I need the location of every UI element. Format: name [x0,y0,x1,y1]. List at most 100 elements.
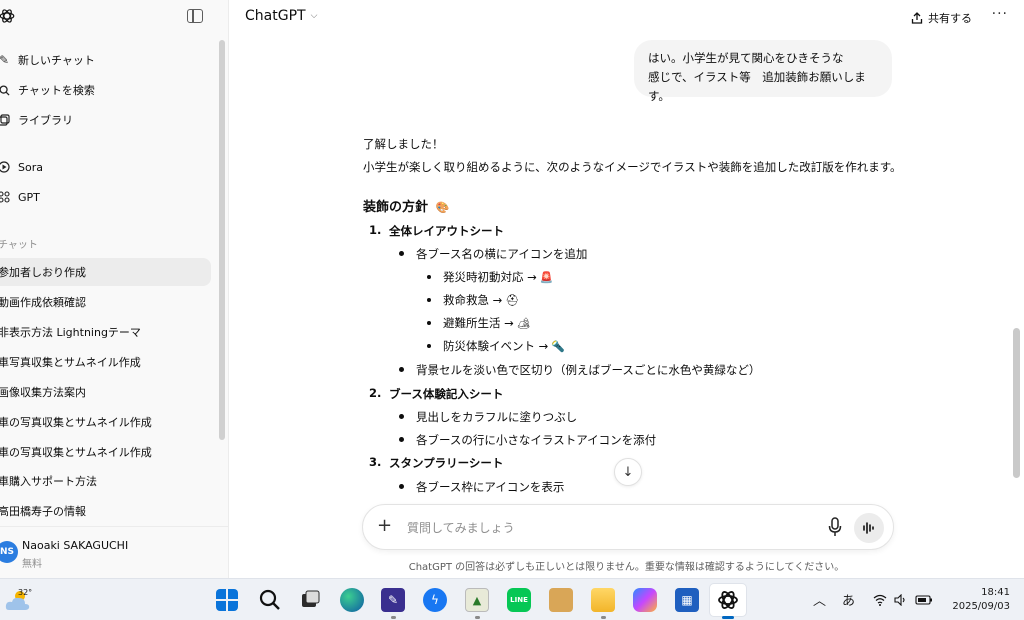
search-icon [0,84,13,96]
scroll-to-bottom-button[interactable]: ↓ [614,458,642,486]
list-bullet-text: 背景セルを淡い色で区切り（例えばブースごとに水色や黄緑など） [416,363,761,377]
prompt-input[interactable] [407,518,787,538]
copilot-icon[interactable] [633,588,657,612]
windows-start-icon[interactable] [216,589,238,611]
sidebar-chat-item[interactable]: 車写真収集とサムネイル作成 [0,348,211,376]
list-sub-item: 防災体験イベント → 🔦 [443,338,565,354]
more-options-icon[interactable]: ··· [992,6,1008,22]
list-bullet-text: 各ブースの行に小さなイラストアイコンを添付 [416,433,657,447]
chevron-up-icon[interactable]: ︿ [813,590,826,609]
user-message-line: はい。小学生が見て関心をひきそうな [648,51,844,65]
list-number: 2. [369,386,382,400]
user-name: Naoaki SAKAGUCHI [22,539,129,552]
bullet-dot-icon [399,484,404,489]
user-message-bubble: はい。小学生が見て関心をひきそうな 感じで、イラスト等 追加装飾お願いします。 [634,40,892,103]
messenger-icon[interactable]: ϟ [423,588,447,612]
sidebar-chat-item[interactable]: 車購入サポート方法 [0,467,211,495]
weather-widget[interactable]: 32° [4,584,36,614]
list-title: スタンプラリーシート [389,456,504,470]
chatgpt-app-icon[interactable] [716,588,740,612]
sidebar-item-library[interactable]: ライブラリ [0,107,212,133]
list-bullet-text: 各ブース名の横にアイコンを追加 [416,247,588,261]
sidebar-chat-item[interactable]: 車の写真収集とサムネイル作成 [0,438,211,466]
user-profile[interactable]: NS Naoaki SAKAGUCHI 無料 [0,526,229,578]
main-scrollbar[interactable] [1013,328,1020,478]
line-app-icon[interactable]: LINE [507,588,531,612]
system-clock[interactable]: 18:41 2025/09/03 [952,586,1010,614]
running-indicator [601,616,606,619]
sidebar-toggle-icon[interactable] [187,9,203,23]
shop-app-icon[interactable] [549,588,573,612]
list-sub-item: 救命救急 → ⛑ [443,292,519,308]
sidebar-chat-item[interactable]: 参加者しおり作成 [0,258,211,286]
sidebar-chat-item[interactable]: 高田橋寿子の情報 [0,497,211,525]
running-indicator [391,616,396,619]
sidebar-chat-item[interactable]: 画像収集方法案内 [0,378,211,406]
voice-mode-button[interactable] [854,513,884,543]
list-bullet-text: 見出しをカラフルに塗りつぶし [416,410,578,424]
list-sub-text: 避難所生活 → [443,316,514,330]
sidebar-item-label: GPT [18,190,40,204]
bullet-dot-icon [399,414,404,419]
ime-indicator[interactable]: あ [842,590,855,609]
sidebar-item-search-chats[interactable]: チャットを検索 [0,77,212,103]
chevron-down-icon: ⌵ [310,11,318,21]
assistant-intro-line: 了解しました！ [363,137,444,151]
list-sub-item: 避難所生活 → 🏕 [443,315,531,331]
list-sub-text: 救命救急 → [443,293,503,307]
task-view-icon[interactable] [298,588,322,612]
camping-emoji-icon: 🏕 [516,317,531,330]
bullet-dot-icon [427,298,431,302]
library-icon [0,114,13,126]
sidebar-scrollbar[interactable] [219,40,225,440]
openai-logo-icon[interactable] [0,7,16,25]
sidebar-item-gpt[interactable]: GPT [0,184,212,210]
microsoft-store-icon[interactable]: ▦ [675,588,699,612]
list-number: 1. [369,223,382,237]
running-indicator [475,616,480,619]
sidebar-item-label: Sora [18,160,43,174]
flashlight-emoji-icon: 🔦 [551,340,565,353]
composer: + [362,504,894,550]
attach-plus-icon[interactable]: + [377,515,392,536]
siren-emoji-icon: 🚨 [539,271,554,284]
list-sub-item: 発災時初動対応 → 🚨 [443,269,554,285]
taskbar: 32° ✎ ϟ ▲ LINE ▦ ︿ あ 18:41 2025/09/03 [0,578,1024,620]
bullet-dot-icon [427,321,431,325]
sidebar-top [0,0,228,36]
bullet-dot-icon [427,275,431,279]
sidebar-chat-item[interactable]: 車の写真収集とサムネイル作成 [0,408,211,436]
app-icon[interactable]: ✎ [381,588,405,612]
share-button[interactable]: 共有する [911,10,972,26]
mail-icon[interactable]: ▲ [465,588,489,612]
volume-icon[interactable] [894,594,908,606]
sora-icon [0,161,13,173]
gpt-grid-icon [0,191,13,203]
clock-time: 18:41 [981,587,1010,598]
microphone-icon[interactable] [828,517,842,537]
sidebar: ✎ 新しいチャット チャットを検索 ライブラリ Sora GPT チャット 参加… [0,0,229,578]
assistant-intro-line: 小学生が楽しく取り組めるように、次のようなイメージでイラストや装飾を追加した改訂… [363,160,902,174]
list-sub-text: 防災体験イベント → [443,339,549,353]
rescue-helmet-emoji-icon: ⛑ [505,294,520,307]
sidebar-item-label: チャットを検索 [18,84,95,97]
user-message-line: 感じで、イラスト等 追加装飾お願いします。 [648,70,866,103]
wifi-icon[interactable] [873,594,887,606]
arrow-down-icon: ↓ [622,464,634,480]
share-icon [911,12,923,24]
search-icon[interactable] [258,588,282,612]
sidebar-chat-item[interactable]: 非表示方法 Lightningテーマ [0,318,211,346]
sidebar-item-new-chat[interactable]: ✎ 新しいチャット [0,47,212,73]
battery-icon[interactable] [915,594,933,606]
model-selector[interactable]: ChatGPT ⌵ [245,8,317,24]
edit-icon: ✎ [0,53,10,67]
sidebar-item-sora[interactable]: Sora [0,154,212,180]
waveform-icon [863,522,874,534]
file-explorer-icon[interactable] [591,588,615,612]
bullet-dot-icon [427,344,431,348]
sidebar-chat-item[interactable]: 動画作成依頼確認 [0,288,211,316]
list-number: 3. [369,455,382,469]
list-sub-text: 発災時初動対応 → [443,270,537,284]
edge-browser-icon[interactable] [340,588,364,612]
share-label: 共有する [928,12,972,25]
